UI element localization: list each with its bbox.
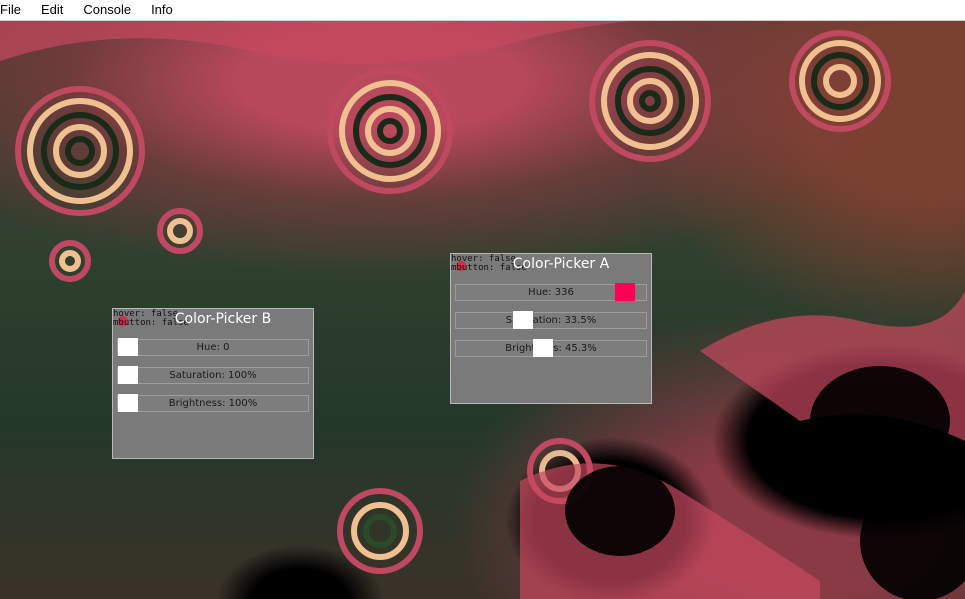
- spiral-left: [15, 86, 145, 216]
- spiral-middle: [327, 68, 453, 194]
- menu-info[interactable]: Info: [147, 0, 181, 20]
- hue-slider[interactable]: Hue: 0: [117, 339, 309, 356]
- saturation-slider-handle[interactable]: [513, 311, 533, 329]
- hue-slider-handle[interactable]: [615, 283, 635, 301]
- brightness-slider-handle[interactable]: [118, 394, 138, 412]
- menu-console[interactable]: Console: [79, 0, 139, 20]
- color-picker-a-window[interactable]: hover: false mbutton: false Color-Picker…: [450, 253, 652, 404]
- color-picker-b-window[interactable]: hover: false mbutton: false Color-Picker…: [112, 308, 314, 459]
- saturation-slider[interactable]: Saturation: 100%: [117, 367, 309, 384]
- brightness-slider-handle[interactable]: [533, 339, 553, 357]
- brightness-slider[interactable]: Brightness: 100%: [117, 395, 309, 412]
- menu-file[interactable]: File: [0, 0, 29, 20]
- menu-bar: File Edit Console Info: [0, 0, 965, 21]
- spiral-far-right: [789, 30, 891, 132]
- saturation-slider-handle[interactable]: [118, 366, 138, 384]
- picker-title[interactable]: Color-Picker A: [451, 256, 651, 272]
- saturation-slider[interactable]: Saturation: 33.5%: [455, 312, 647, 329]
- menu-edit[interactable]: Edit: [37, 0, 71, 20]
- spiral-right: [589, 40, 711, 162]
- picker-title[interactable]: Color-Picker B: [113, 311, 313, 327]
- hue-slider-handle[interactable]: [118, 338, 138, 356]
